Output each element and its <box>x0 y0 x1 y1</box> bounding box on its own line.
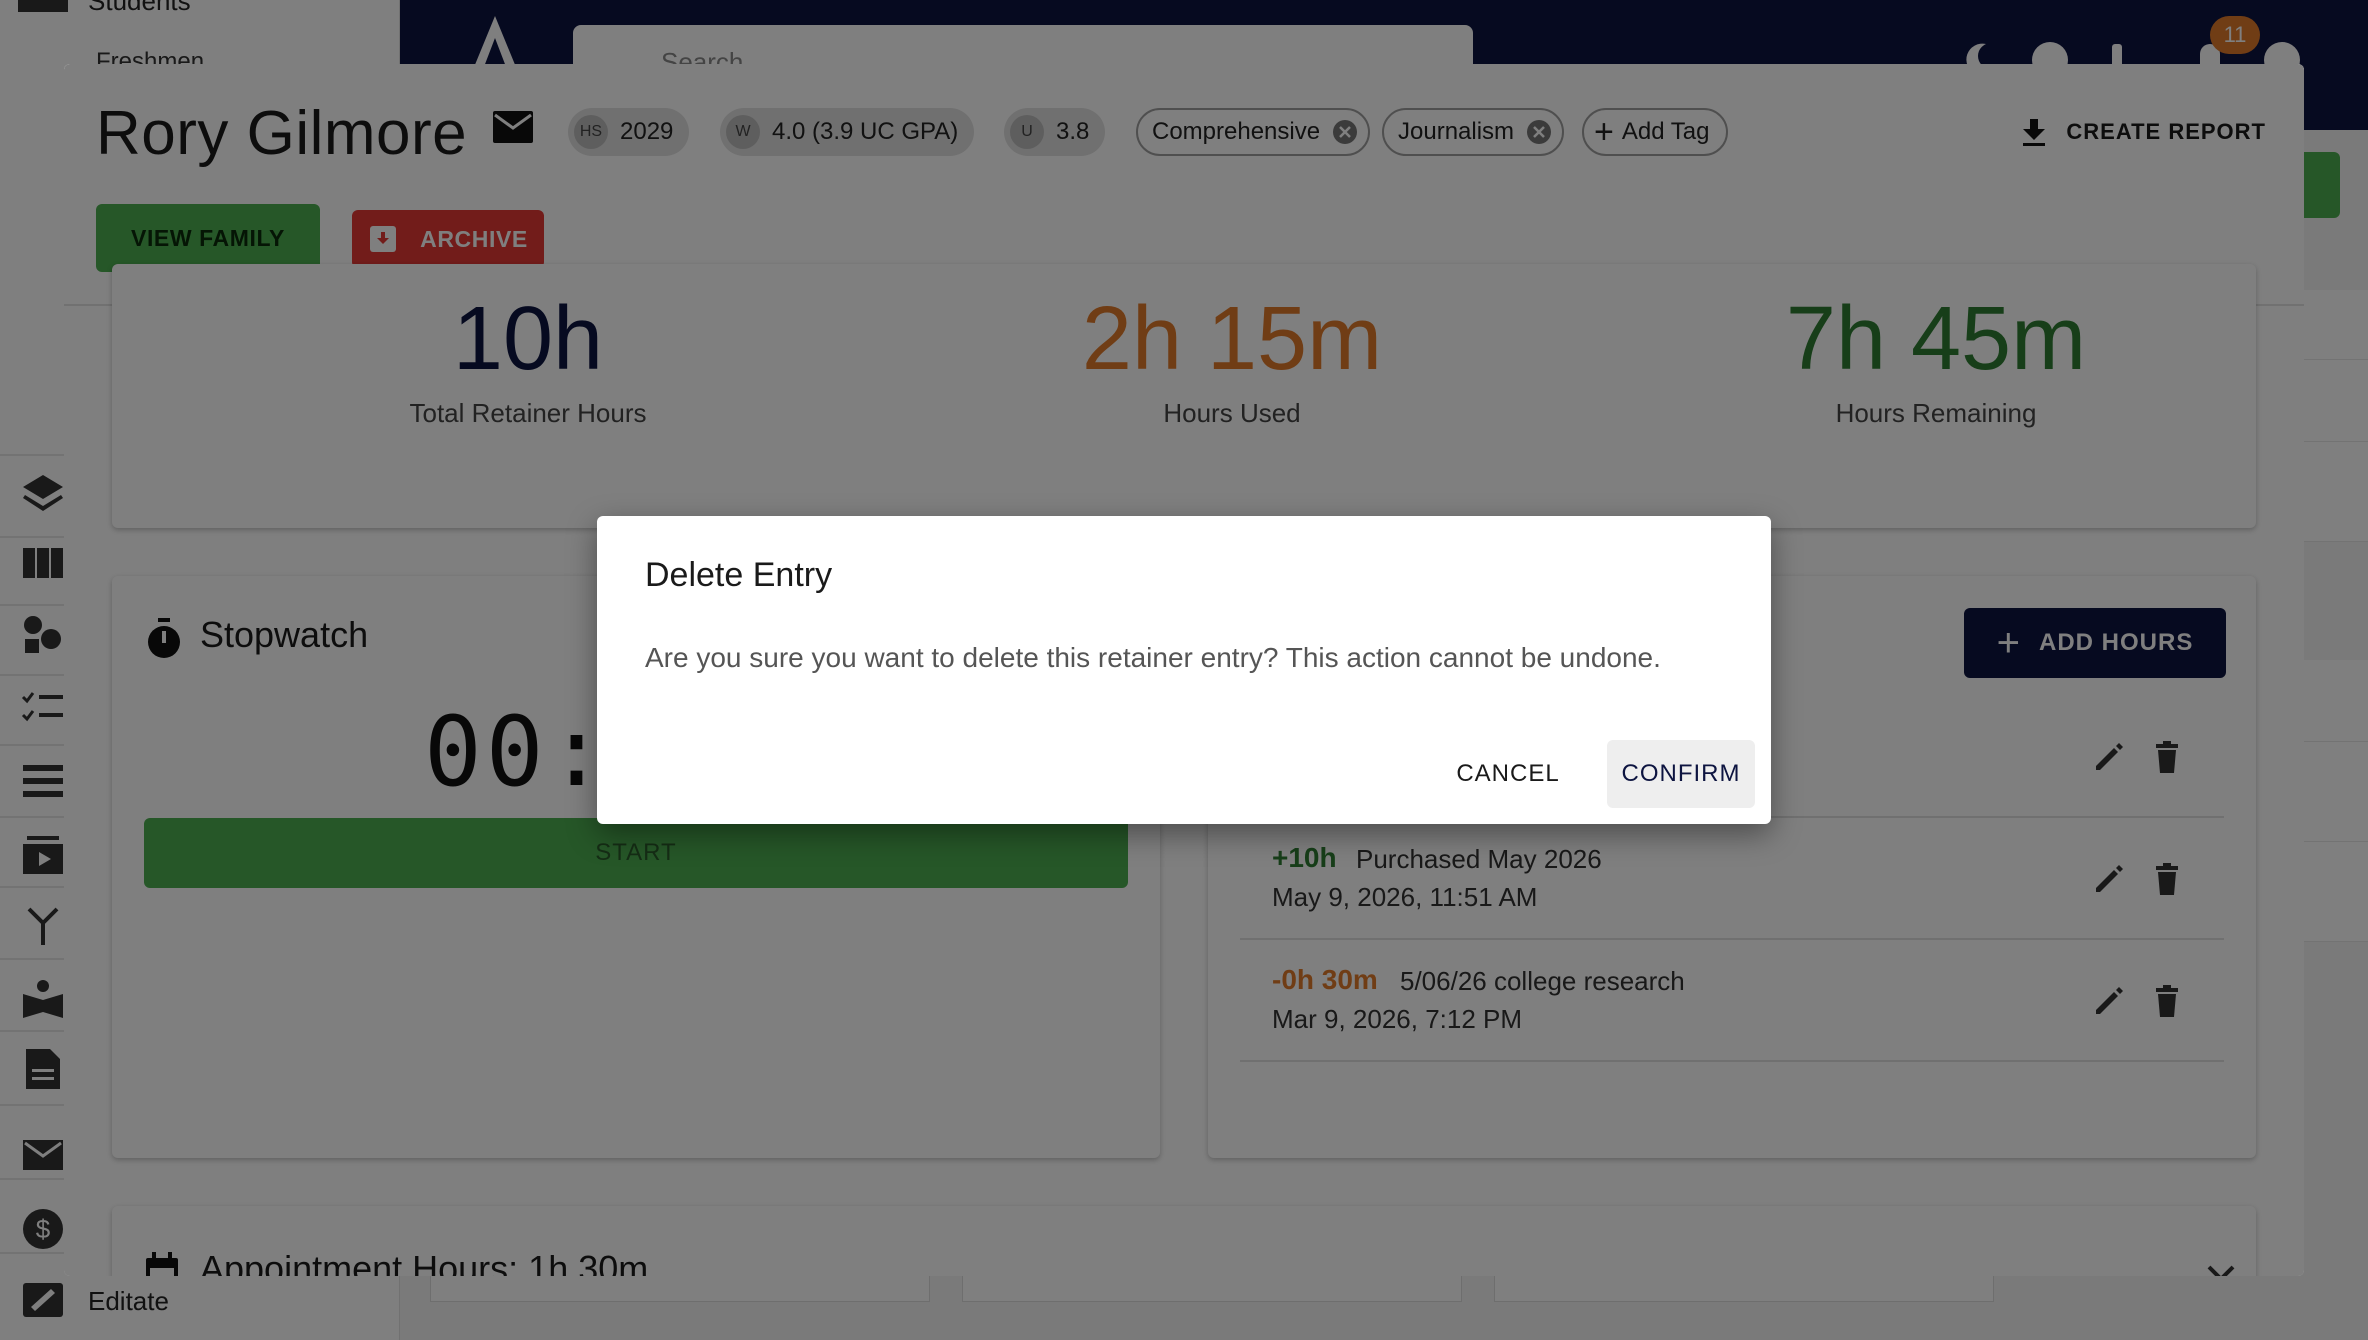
dialog-message: Are you sure you want to delete this ret… <box>645 642 1661 673</box>
confirm-label: CONFIRM <box>1621 760 1741 787</box>
dialog-title: Delete Entry <box>645 556 833 594</box>
cancel-label: CANCEL <box>1456 760 1560 787</box>
delete-entry-dialog: Delete Entry Are you sure you want to de… <box>597 516 1771 824</box>
cancel-button[interactable]: CANCEL <box>1443 740 1573 808</box>
confirm-button[interactable]: CONFIRM <box>1607 740 1755 808</box>
